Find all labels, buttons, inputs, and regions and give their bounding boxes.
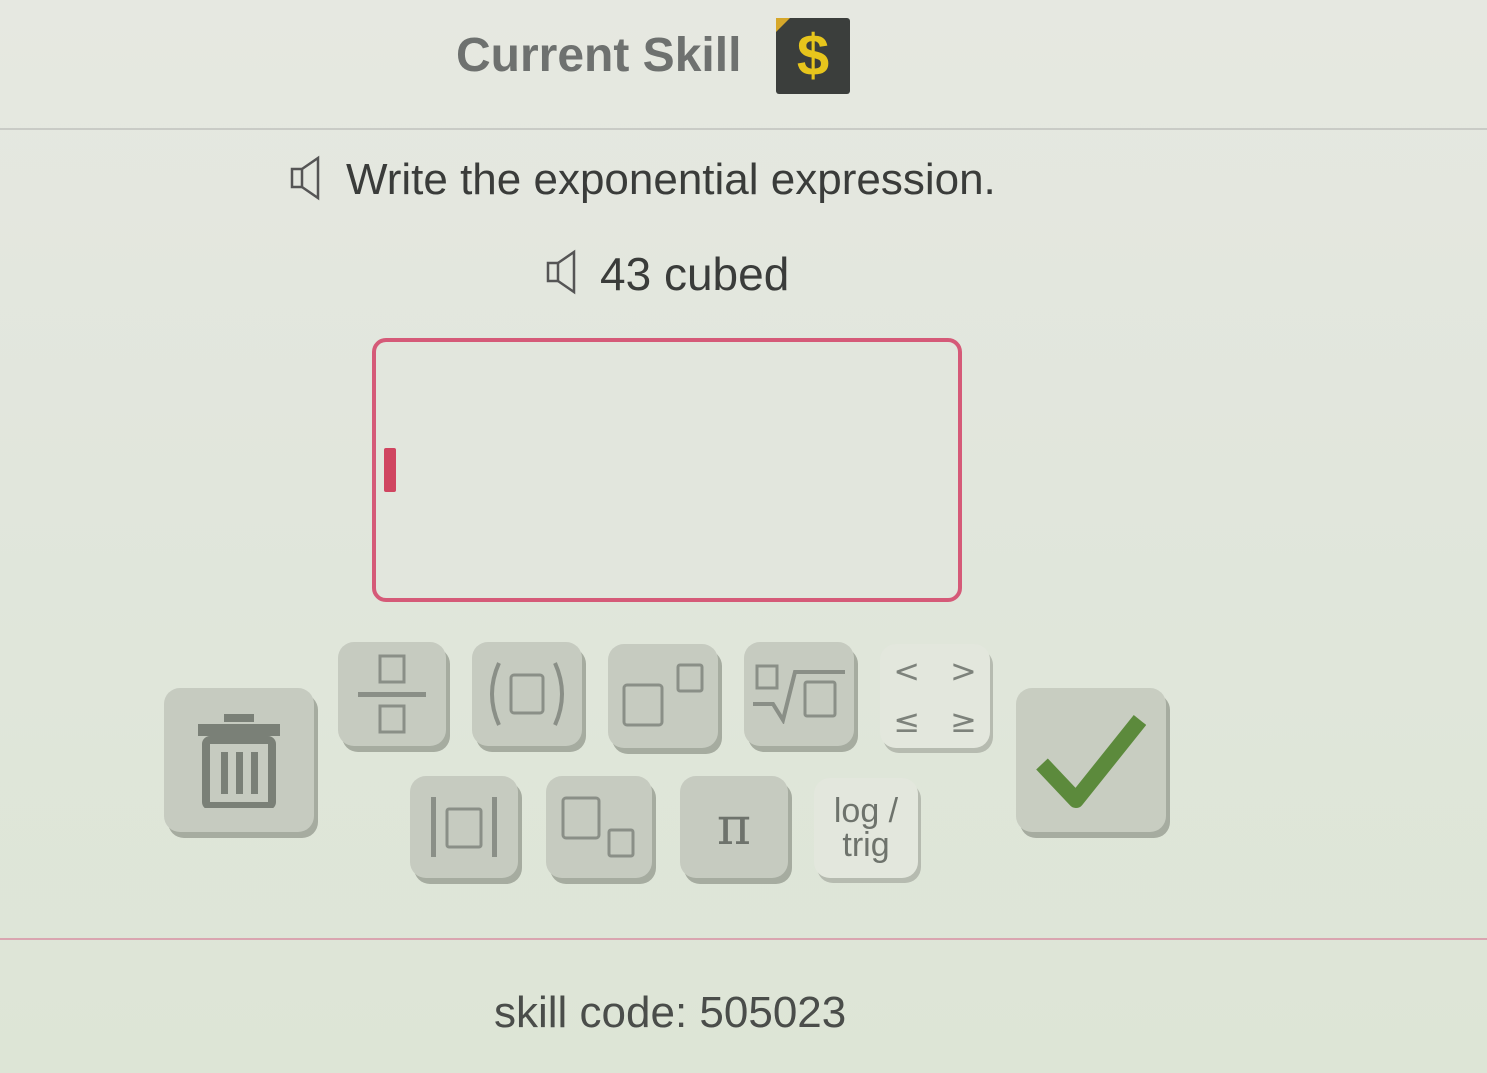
exponent-button[interactable] <box>608 644 718 748</box>
submit-button[interactable] <box>1016 688 1166 832</box>
instruction-row: Write the exponential expression. <box>290 150 996 210</box>
nth-root-button[interactable] <box>744 642 854 746</box>
greater-equal-symbol: ≥ <box>950 702 977 740</box>
footer-divider <box>0 938 1487 940</box>
pi-label: π <box>716 797 752 857</box>
speaker-icon[interactable] <box>290 155 328 206</box>
instruction-text: Write the exponential expression. <box>346 155 996 204</box>
comparison-symbols: < > ≤ ≥ <box>893 652 977 740</box>
checkmark-icon <box>1036 715 1146 808</box>
comparison-button[interactable]: < > ≤ ≥ <box>880 644 990 748</box>
absolute-value-button[interactable] <box>410 776 518 878</box>
delete-button[interactable] <box>164 688 314 832</box>
log-trig-label: log / trig <box>834 794 898 862</box>
less-equal-symbol: ≤ <box>893 702 920 740</box>
parentheses-icon <box>490 662 564 726</box>
parentheses-button[interactable] <box>472 642 582 746</box>
less-than-symbol: < <box>893 652 920 690</box>
subscript-icon <box>561 796 635 858</box>
fraction-icon <box>358 654 426 734</box>
dollar-badge-icon[interactable]: $ <box>776 18 850 94</box>
answer-input[interactable] <box>372 338 962 602</box>
dollar-symbol: $ <box>796 23 830 88</box>
log-trig-button[interactable]: log / trig <box>814 778 918 878</box>
fraction-button[interactable] <box>338 642 446 746</box>
header: Current Skill $ <box>0 0 1487 130</box>
prompt-row: 43 cubed <box>546 244 789 304</box>
trig-label: trig <box>842 826 890 864</box>
current-skill-title: Current Skill <box>456 29 742 82</box>
log-label: log / <box>833 792 899 830</box>
text-cursor <box>384 448 396 492</box>
prompt-text: 43 cubed <box>600 248 790 300</box>
greater-than-symbol: > <box>950 652 977 690</box>
trash-icon <box>198 714 280 808</box>
skill-code: skill code: 505023 <box>494 988 847 1037</box>
exponent-icon <box>622 663 704 727</box>
nth-root-icon <box>753 664 845 724</box>
speaker-icon[interactable] <box>546 249 584 300</box>
absolute-value-icon <box>431 797 497 857</box>
subscript-button[interactable] <box>546 776 652 878</box>
pi-button[interactable]: π <box>680 776 788 878</box>
